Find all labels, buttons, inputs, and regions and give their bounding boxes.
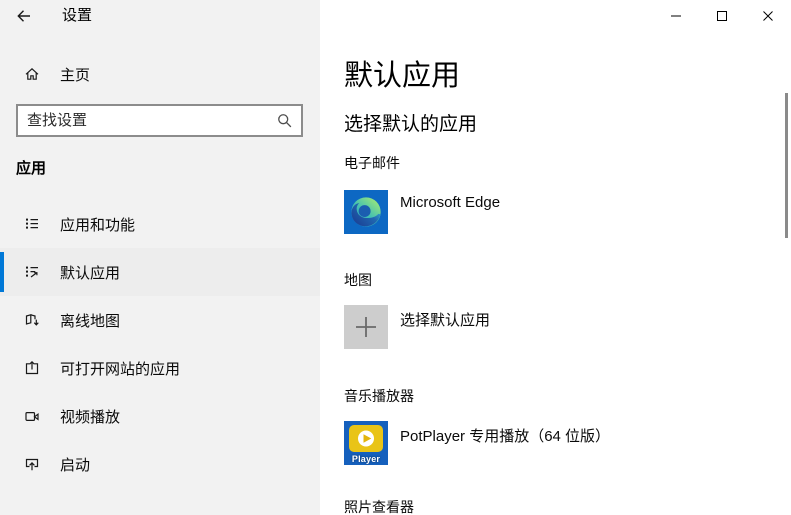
maximize-icon — [716, 10, 728, 22]
sidebar-section-header: 应用 — [16, 160, 47, 177]
default-app-email[interactable]: Microsoft Edge — [344, 190, 500, 234]
apps-features-icon — [24, 216, 40, 232]
sidebar-item-default-apps[interactable]: 默认应用 — [0, 248, 320, 296]
maximize-button[interactable] — [699, 0, 745, 32]
sidebar-item-label: 离线地图 — [60, 312, 121, 330]
home-icon — [24, 66, 40, 82]
video-playback-icon — [24, 408, 40, 424]
close-button[interactable] — [745, 0, 791, 32]
sidebar-item-video-playback[interactable]: 视频播放 — [0, 392, 320, 440]
main-content: 默认应用 选择默认的应用 电子邮件 Microsoft Edge 地图 选择默认… — [320, 0, 791, 515]
default-app-name: PotPlayer 专用播放（64 位版） — [400, 428, 611, 445]
category-label-email: 电子邮件 — [344, 155, 400, 171]
microsoft-edge-icon — [344, 190, 388, 234]
sidebar-item-label: 应用和功能 — [60, 216, 136, 234]
potplayer-logo — [349, 425, 383, 452]
search-box — [16, 104, 303, 137]
default-app-maps[interactable]: 选择默认应用 — [344, 305, 490, 349]
default-apps-icon — [24, 264, 40, 280]
titlebar: 设置 — [0, 0, 320, 32]
sidebar-item-label: 可打开网站的应用 — [60, 360, 181, 378]
category-label-maps: 地图 — [344, 272, 372, 288]
close-icon — [762, 10, 774, 22]
settings-window: 设置 主页 应用 应用和功能 默认应用 — [0, 0, 791, 515]
sidebar-item-apps-features[interactable]: 应用和功能 — [0, 200, 320, 248]
minimize-icon — [670, 10, 682, 22]
offline-maps-icon — [24, 312, 40, 328]
page-title: 默认应用 — [344, 60, 461, 92]
search-input[interactable] — [18, 106, 301, 135]
sidebar-item-offline-maps[interactable]: 离线地图 — [0, 296, 320, 344]
sidebar-item-label: 默认应用 — [60, 264, 121, 282]
potplayer-icon: Player — [344, 421, 388, 465]
plus-icon — [344, 305, 388, 349]
default-app-music-player[interactable]: Player PotPlayer 专用播放（64 位版） — [344, 421, 610, 465]
default-app-name: 选择默认应用 — [400, 312, 491, 329]
page-subtitle: 选择默认的应用 — [344, 114, 478, 135]
category-label-music-player: 音乐播放器 — [344, 388, 414, 404]
sidebar-item-apps-for-websites[interactable]: 可打开网站的应用 — [0, 344, 320, 392]
window-title: 设置 — [62, 7, 93, 24]
sidebar-item-home[interactable]: 主页 — [0, 56, 320, 92]
sidebar: 设置 主页 应用 应用和功能 默认应用 — [0, 0, 320, 515]
startup-icon — [24, 456, 40, 472]
apps-for-websites-icon — [24, 360, 40, 376]
selection-indicator — [0, 252, 4, 292]
scrollbar-thumb[interactable] — [785, 93, 788, 238]
window-controls — [653, 0, 791, 32]
search-icon[interactable] — [276, 112, 293, 129]
default-app-name: Microsoft Edge — [400, 194, 501, 211]
back-arrow-icon — [16, 8, 32, 24]
sidebar-item-startup[interactable]: 启动 — [0, 440, 320, 488]
potplayer-badge-label: Player — [351, 454, 381, 464]
back-button[interactable] — [0, 0, 48, 32]
sidebar-item-label: 主页 — [60, 66, 91, 84]
sidebar-item-label: 视频播放 — [60, 408, 121, 426]
category-label-photo-viewer: 照片查看器 — [344, 499, 414, 515]
sidebar-item-label: 启动 — [60, 456, 91, 474]
minimize-button[interactable] — [653, 0, 699, 32]
